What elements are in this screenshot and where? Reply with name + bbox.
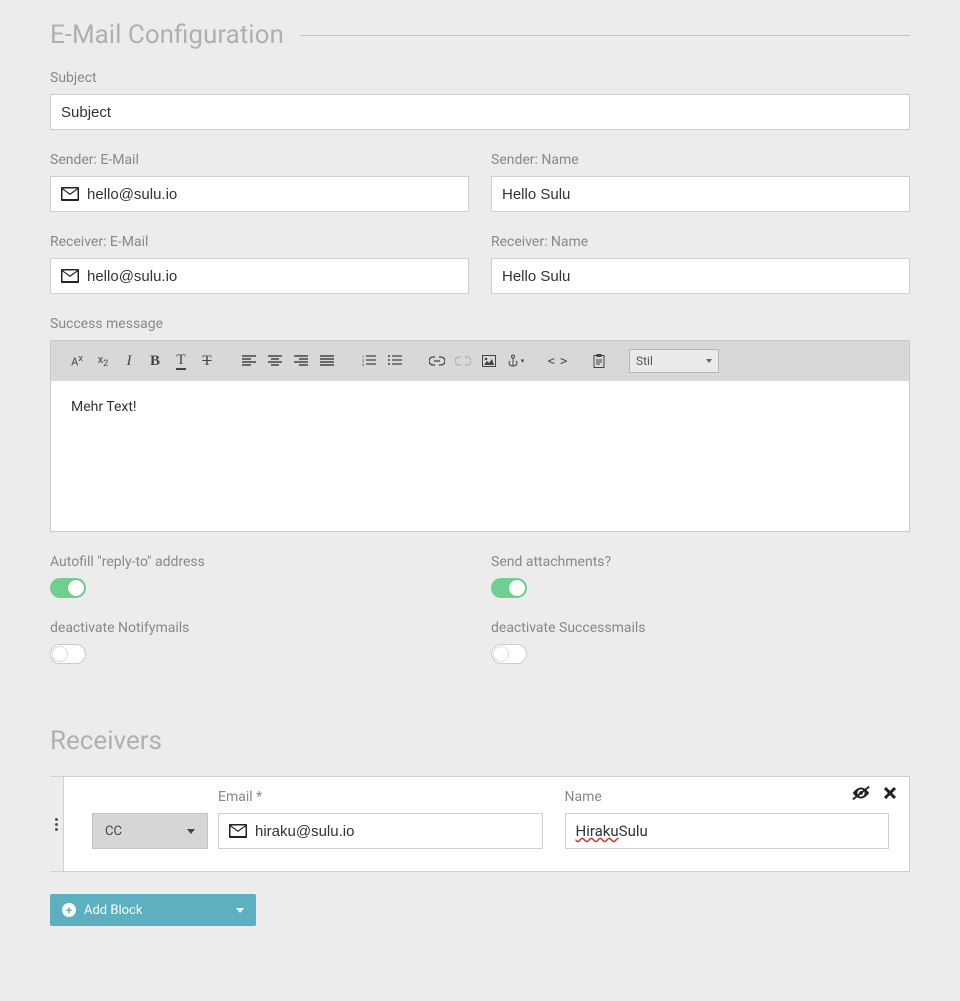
subject-input[interactable] bbox=[50, 94, 910, 130]
receiver-block: CC Email * Name Hirak bbox=[50, 776, 910, 872]
drag-handle[interactable] bbox=[50, 777, 64, 871]
italic-icon[interactable]: I bbox=[117, 347, 141, 375]
deactivate-successmails-label: deactivate Successmails bbox=[491, 620, 910, 636]
receiver-name-input[interactable] bbox=[491, 258, 910, 294]
subscript-icon[interactable]: x2 bbox=[91, 347, 115, 375]
svg-text:3: 3 bbox=[362, 362, 364, 367]
close-icon[interactable] bbox=[883, 786, 897, 804]
send-attachments-toggle[interactable] bbox=[491, 578, 527, 598]
section-title-receivers: Receivers bbox=[50, 726, 178, 756]
editor-text: Mehr Text! bbox=[71, 399, 137, 415]
unordered-list-icon[interactable] bbox=[383, 347, 407, 375]
chevron-down-icon bbox=[236, 908, 244, 913]
receiver-name-value-part2: Sulu bbox=[619, 822, 648, 840]
section-header-email: E-Mail Configuration bbox=[50, 20, 910, 50]
add-block-button[interactable]: + Add Block bbox=[50, 894, 256, 926]
receiver-type-label: CC bbox=[105, 824, 122, 839]
send-attachments-label: Send attachments? bbox=[491, 554, 910, 570]
align-center-icon[interactable] bbox=[263, 347, 287, 375]
receiver-name-label: Receiver: Name bbox=[491, 234, 910, 250]
receiver-block-name-input[interactable]: Hiraku Sulu bbox=[565, 813, 890, 849]
envelope-icon bbox=[60, 268, 80, 284]
receiver-email-field-label: Email * bbox=[218, 789, 543, 805]
section-rule bbox=[300, 35, 910, 36]
envelope-icon bbox=[60, 186, 80, 202]
editor-toolbar: Ax x2 I B T T 123 bbox=[51, 341, 909, 381]
link-icon[interactable] bbox=[425, 347, 449, 375]
field-sender-email: Sender: E-Mail bbox=[50, 152, 469, 212]
align-left-icon[interactable] bbox=[237, 347, 261, 375]
add-block-label: Add Block bbox=[84, 903, 142, 918]
receiver-email-input[interactable] bbox=[50, 258, 469, 294]
section-title-email: E-Mail Configuration bbox=[50, 20, 300, 50]
sender-name-label: Sender: Name bbox=[491, 152, 910, 168]
receiver-name-value-part1: Hiraku bbox=[576, 822, 619, 840]
superscript-icon[interactable]: Ax bbox=[65, 347, 89, 375]
paste-icon[interactable] bbox=[587, 347, 611, 375]
receiver-block-email-input[interactable] bbox=[218, 813, 543, 849]
receiver-type-select[interactable]: CC bbox=[92, 813, 208, 849]
plus-circle-icon: + bbox=[62, 903, 76, 917]
section-header-receivers: Receivers bbox=[50, 726, 910, 756]
source-code-button[interactable]: < > bbox=[545, 347, 569, 375]
subject-label: Subject bbox=[50, 70, 910, 86]
ordered-list-icon[interactable]: 123 bbox=[357, 347, 381, 375]
receiver-email-label: Receiver: E-Mail bbox=[50, 234, 469, 250]
chevron-down-icon bbox=[187, 829, 195, 834]
style-select-label: Stil bbox=[636, 354, 653, 368]
editor-body[interactable]: Mehr Text! bbox=[51, 381, 909, 531]
rich-text-editor: Ax x2 I B T T 123 bbox=[50, 340, 910, 532]
sender-email-input[interactable] bbox=[50, 176, 469, 212]
field-receiver-email: Receiver: E-Mail bbox=[50, 234, 469, 294]
receiver-name-field-label: Name bbox=[565, 789, 890, 805]
align-right-icon[interactable] bbox=[289, 347, 313, 375]
strikethrough-icon[interactable]: T bbox=[195, 347, 219, 375]
align-justify-icon[interactable] bbox=[315, 347, 339, 375]
drag-handle-icon bbox=[55, 818, 58, 831]
field-success-message: Success message Ax x2 I B T T bbox=[50, 316, 910, 532]
remove-format-icon[interactable]: T bbox=[169, 347, 193, 375]
bold-icon[interactable]: B bbox=[143, 347, 167, 375]
unlink-icon[interactable] bbox=[451, 347, 475, 375]
sender-name-input[interactable] bbox=[491, 176, 910, 212]
anchor-icon[interactable]: ▾ bbox=[503, 347, 527, 375]
sender-email-label: Sender: E-Mail bbox=[50, 152, 469, 168]
visibility-off-icon[interactable] bbox=[851, 785, 871, 805]
deactivate-notifymails-label: deactivate Notifymails bbox=[50, 620, 469, 636]
envelope-icon bbox=[228, 823, 248, 839]
image-icon[interactable] bbox=[477, 347, 501, 375]
deactivate-successmails-toggle[interactable] bbox=[491, 644, 527, 664]
style-select[interactable]: Stil bbox=[629, 349, 719, 373]
field-sender-name: Sender: Name bbox=[491, 152, 910, 212]
chevron-down-icon bbox=[706, 359, 712, 363]
deactivate-notifymails-toggle[interactable] bbox=[50, 644, 86, 664]
autofill-replyto-label: Autofill "reply-to" address bbox=[50, 554, 469, 570]
field-subject: Subject bbox=[50, 70, 910, 130]
field-receiver-name: Receiver: Name bbox=[491, 234, 910, 294]
success-message-label: Success message bbox=[50, 316, 910, 332]
autofill-replyto-toggle[interactable] bbox=[50, 578, 86, 598]
